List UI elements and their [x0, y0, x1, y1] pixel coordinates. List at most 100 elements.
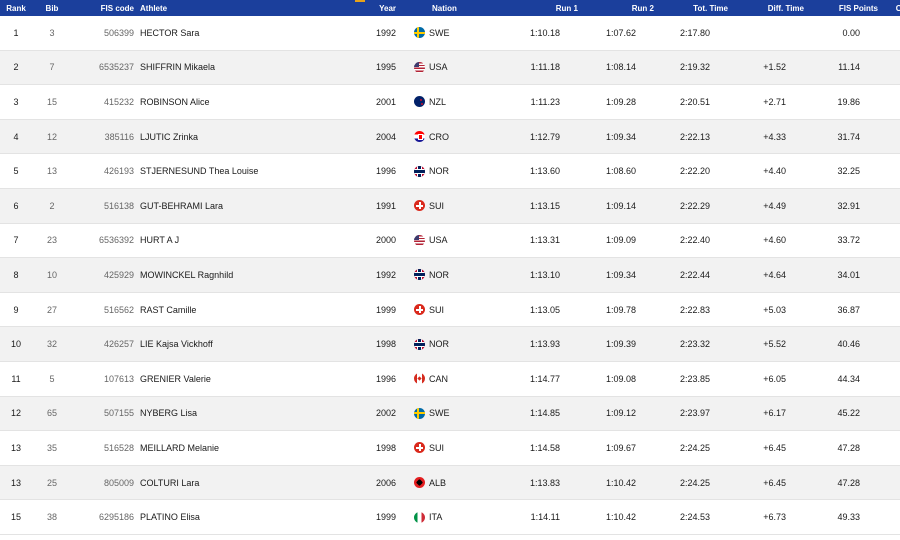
rank-cell: 9 — [13, 304, 19, 315]
athlete-name[interactable]: NYBERG Lisa — [134, 408, 336, 418]
athlete-name[interactable]: RAST Camille — [134, 305, 336, 315]
table-row[interactable]: 8 10 425929 MOWINCKEL Ragnhild 1992 NOR 1:13.1… — [0, 258, 900, 293]
bib-cell: 7 — [49, 62, 55, 73]
swe-flag-icon — [414, 407, 425, 419]
bib-cell: 27 — [46, 304, 57, 315]
can-flag-icon — [414, 373, 425, 385]
birth-year-cell: 2001 — [375, 96, 396, 107]
rank-cell: 2 — [13, 62, 19, 73]
header-tot-time[interactable]: Tot. Time — [654, 4, 728, 13]
athlete-name[interactable]: STJERNESUND Thea Louise — [134, 166, 336, 176]
total-time: 2:23.85 — [679, 373, 710, 384]
athlete-name[interactable]: LIE Kajsa Vickhoff — [134, 339, 336, 349]
table-row[interactable]: 13 25 805009 COLTURI Lara 2006 ALB 1:13.83 1:10… — [0, 465, 900, 501]
fis-code-cell: 415232 — [103, 96, 134, 107]
rank-cell: 15 — [10, 512, 21, 523]
rank-cell: 1 — [13, 27, 19, 38]
diff-time: +4.40 — [763, 166, 786, 177]
cup-points-cell: 45 — [860, 166, 900, 176]
header-bib[interactable]: Bib — [32, 4, 72, 13]
fis-points-cell: 49.33 — [837, 512, 860, 523]
nation-code: NOR — [429, 269, 449, 280]
rank-cell: 6 — [13, 200, 19, 211]
header-run2[interactable]: Run 2 — [578, 4, 654, 13]
header-cup-points[interactable]: Cup Points — [878, 4, 900, 13]
rank-cell: 8 — [13, 269, 19, 280]
fis-points-cell: 45.22 — [837, 408, 860, 419]
nor-flag-icon — [414, 269, 425, 281]
athlete-name[interactable]: GRENIER Valerie — [134, 374, 336, 384]
run1-time: 1:10.18 — [529, 27, 560, 38]
alb-flag-icon — [414, 477, 425, 489]
diff-time: +5.52 — [763, 339, 786, 350]
nation-cell: NOR — [396, 338, 478, 350]
header-fis-points[interactable]: FIS Points — [804, 4, 878, 13]
table-row[interactable]: 15 38 6295186 PLATINO Elisa 1999 ITA 1:14.11 1:… — [0, 500, 900, 535]
cup-points-cell: 24 — [860, 374, 900, 384]
athlete-name[interactable]: LJUTIC Zrinka — [134, 132, 336, 142]
header-year[interactable]: Year — [336, 4, 396, 13]
table-row[interactable]: 13 35 516528 MEILLARD Melanie 1998 SUI 1:14.58… — [0, 431, 900, 466]
athlete-name[interactable]: MEILLARD Melanie — [134, 443, 336, 453]
table-row[interactable]: 2 7 6535237 SHIFFRIN Mikaela 1995 USA 1:11.18 1… — [0, 50, 900, 86]
athlete-name[interactable]: ROBINSON Alice — [134, 97, 336, 107]
run1-time: 1:14.85 — [529, 408, 560, 419]
total-time: 2:24.25 — [679, 442, 710, 453]
nation-code: CRO — [429, 131, 449, 142]
cup-points-cell: 80 — [860, 62, 900, 72]
table-row[interactable]: 4 12 385116 LJUTIC Zrinka 2004 CRO 1:12.79 1:09… — [0, 119, 900, 155]
fis-points-cell: 11.14 — [838, 62, 860, 73]
table-row[interactable]: 10 32 426257 LIE Kajsa Vickhoff 1998 NOR 1:13.… — [0, 327, 900, 362]
nation-code: NOR — [429, 166, 449, 177]
cup-points-cell: 20 — [860, 478, 900, 488]
athlete-name[interactable]: COLTURI Lara — [134, 478, 336, 488]
cup-points-cell: 50 — [860, 132, 900, 142]
header-athlete[interactable]: Athlete — [134, 4, 336, 13]
total-time: 2:24.25 — [679, 477, 710, 488]
fis-points-cell: 40.46 — [837, 339, 860, 350]
nation-code: NZL — [429, 96, 447, 107]
ita-flag-icon — [414, 511, 425, 523]
athlete-name[interactable]: MOWINCKEL Ragnhild — [134, 270, 336, 280]
athlete-name[interactable]: SHIFFRIN Mikaela — [134, 62, 336, 72]
run1-time: 1:13.93 — [529, 339, 560, 350]
table-row[interactable]: 6 2 516138 GUT-BEHRAMI Lara 1991 SUI 1:13.15 1:… — [0, 188, 900, 224]
header-nation[interactable]: Nation — [396, 4, 496, 13]
fis-code-cell: 6536392 — [98, 235, 134, 246]
run2-time: 1:09.28 — [605, 96, 636, 107]
total-time: 2:22.40 — [679, 235, 710, 246]
table-row[interactable]: 7 23 6536392 HURT A J 2000 USA 1:13.31 1:09.09 2… — [0, 224, 900, 259]
table-row[interactable]: 1 3 506399 HECTOR Sara 1992 SWE 1:10.18 1:07.62… — [0, 16, 900, 51]
header-fis-code[interactable]: FIS code — [72, 4, 134, 13]
usa-flag-icon — [414, 61, 425, 73]
cup-points-cell: 60 — [860, 97, 900, 107]
athlete-name[interactable]: PLATINO Elisa — [134, 512, 336, 522]
fis-code-cell: 6295186 — [98, 512, 134, 523]
fis-points-cell: 34.01 — [837, 269, 860, 280]
athlete-name[interactable]: HURT A J — [134, 235, 336, 245]
fis-code-cell: 805009 — [103, 477, 134, 488]
table-row[interactable]: 9 27 516562 RAST Camille 1999 SUI 1:13.05 1:09.… — [0, 293, 900, 328]
run2-time: 1:10.42 — [605, 477, 636, 488]
total-time: 2:22.83 — [679, 304, 710, 315]
header-rank[interactable]: Rank — [0, 4, 32, 13]
table-row[interactable]: 11 5 107613 GRENIER Valerie 1996 CAN 1:14.77 1:… — [0, 362, 900, 397]
nation-cell: SUI — [396, 442, 478, 454]
run2-time: 1:09.34 — [605, 269, 636, 280]
table-row[interactable]: 5 13 426193 STJERNESUND Thea Louise 1996 NOR 1… — [0, 154, 900, 189]
athlete-name[interactable]: GUT-BEHRAMI Lara — [134, 201, 336, 211]
run2-time: 1:09.12 — [605, 408, 636, 419]
run2-time: 1:10.42 — [605, 512, 636, 523]
bib-cell: 2 — [49, 200, 55, 211]
table-row[interactable]: 3 15 415232 ROBINSON Alice 2001 NZL 1:11.23 1:0… — [0, 85, 900, 120]
athlete-name[interactable]: HECTOR Sara — [134, 28, 336, 38]
cup-points-cell: 40 — [860, 201, 900, 211]
table-row[interactable]: 12 65 507155 NYBERG Lisa 2002 SWE 1:14.85 1:09.… — [0, 396, 900, 432]
run1-time: 1:14.77 — [529, 373, 560, 384]
nation-code: SUI — [429, 200, 445, 211]
nation-cell: CAN — [396, 373, 478, 385]
header-run1[interactable]: Run 1 — [496, 4, 578, 13]
bib-cell: 15 — [46, 96, 57, 107]
fis-points-cell: 0.00 — [842, 27, 860, 38]
header-diff-time[interactable]: Diff. Time — [728, 4, 804, 13]
